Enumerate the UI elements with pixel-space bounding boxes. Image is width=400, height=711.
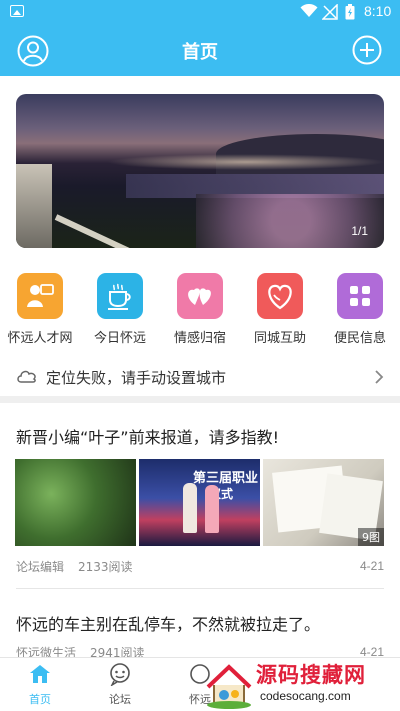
thumbnail-document: 9图: [263, 459, 384, 546]
watermark-title: 源码搜藏网: [256, 663, 366, 687]
post-reads: 2133阅读: [78, 560, 133, 574]
thumbnail-caption: 第三届职业: [193, 471, 259, 486]
thumbnail-garden: [15, 459, 136, 546]
banner-pager: 1/1: [351, 224, 368, 238]
grid-label: 情感归宿: [173, 331, 226, 346]
add-icon[interactable]: [352, 35, 382, 65]
grid-item-talent[interactable]: 怀远人才网: [0, 271, 80, 346]
image-icon: [10, 5, 24, 17]
hearts-icon: [177, 273, 223, 319]
wifi-icon: [300, 4, 318, 17]
nav-label: 论坛: [109, 693, 131, 706]
post-thumbnails[interactable]: 第三届职业 仪式 9图: [15, 459, 385, 546]
coffee-icon: [97, 273, 143, 319]
grid-label: 同城互助: [253, 331, 306, 346]
grid-item-convenience[interactable]: 便民信息: [320, 271, 400, 346]
house-logo-icon: [206, 664, 252, 709]
chevron-right-icon: [375, 370, 384, 384]
post-author: 论坛编辑: [16, 560, 65, 574]
status-bar: 8:10: [0, 0, 400, 24]
grid-label: 今日怀远: [93, 331, 146, 346]
post-divider: [16, 588, 384, 589]
banner-trees: [196, 194, 384, 248]
post-meta: 论坛编辑 2133阅读: [16, 558, 133, 575]
stage-person: [205, 485, 219, 533]
banner-building: [16, 164, 52, 248]
location-status: 定位失败，请手动设置城市: [46, 369, 227, 387]
app-header: 首页: [0, 24, 400, 76]
image-count-badge: 9图: [358, 528, 384, 546]
nav-home[interactable]: 首页: [0, 662, 80, 707]
category-grid: 怀远人才网 今日怀远 情感归宿 同城互助 便民信息: [0, 271, 400, 351]
page-title: 首页: [182, 42, 218, 63]
watermark: 源码搜藏网 codesocang.com: [198, 657, 400, 711]
home-icon: [30, 665, 50, 683]
grid-item-today[interactable]: 今日怀远: [80, 271, 160, 346]
post-title[interactable]: 新晋小编“叶子”前来报道，请多指教!: [16, 424, 279, 448]
nav-forum[interactable]: 论坛: [80, 662, 160, 707]
grid-item-mutual-help[interactable]: 同城互助: [240, 271, 320, 346]
post-title[interactable]: 怀远的车主别在乱停车，不然就被拉走了。: [16, 611, 320, 635]
forum-icon: [110, 663, 130, 687]
grid-icon: [337, 273, 383, 319]
nav-label: 首页: [29, 693, 51, 706]
cloud-icon: [17, 370, 36, 383]
battery-icon: [345, 4, 355, 20]
no-signal-icon: [322, 4, 338, 20]
clock: 8:10: [364, 3, 392, 19]
person-card-icon: [17, 273, 63, 319]
watermark-url: codesocang.com: [260, 689, 351, 703]
grid-label: 便民信息: [333, 331, 386, 346]
stage-person: [183, 483, 197, 533]
thumbnail-stage: 第三届职业 仪式: [139, 459, 260, 546]
banner-carousel[interactable]: 1/1: [16, 94, 384, 248]
section-divider: [0, 396, 400, 403]
location-bar[interactable]: 定位失败，请手动设置城市: [0, 358, 400, 396]
grid-item-emotion[interactable]: 情感归宿: [160, 271, 240, 346]
post-date: 4-21: [359, 559, 384, 573]
banner-city-lights: [106, 154, 384, 170]
grid-label: 怀远人才网: [7, 331, 73, 346]
heart-outline-icon: [257, 273, 303, 319]
